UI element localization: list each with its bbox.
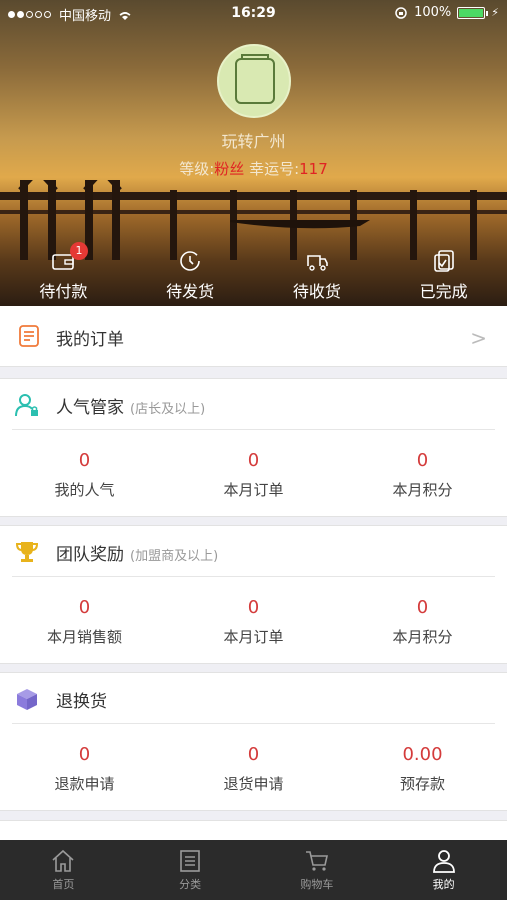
user-name: 玩转广州 — [221, 132, 286, 151]
section-subtitle: (店长及以上) — [130, 402, 206, 417]
user-level: 等级:粉丝 幸运号:117 — [0, 158, 507, 179]
jar-logo-icon — [235, 54, 275, 104]
tab-mine[interactable]: 我的 — [380, 840, 507, 900]
tab-label: 我的 — [432, 878, 455, 891]
stat-item[interactable]: 0 退货申请 — [169, 724, 338, 810]
bottom-tab-bar: 首页 分类 购物车 我的 — [0, 840, 507, 900]
section-subtitle: (加盟商及以上) — [130, 549, 219, 564]
stat-item[interactable]: 0 本月订单 — [169, 430, 338, 516]
section-header: 人气管家 (店长及以上) — [12, 379, 495, 430]
tab-label: 待付款 — [39, 282, 88, 301]
charging-icon: ⚡ — [491, 6, 499, 19]
popularity-section: 人气管家 (店长及以上) 0 我的人气 0 本月订单 0 本月积分 — [0, 378, 507, 517]
tab-category[interactable]: 分类 — [127, 840, 254, 900]
chevron-right-icon: > — [470, 326, 487, 350]
stat-value: 0 — [78, 450, 91, 471]
stat-value: 0 — [247, 597, 260, 618]
stat-value: 0 — [247, 450, 260, 471]
tab-label: 待收货 — [292, 282, 341, 301]
stat-value: 0 — [416, 597, 429, 618]
stat-label: 我的人气 — [54, 481, 115, 499]
team-reward-section: 团队奖励 (加盟商及以上) 0 本月销售额 0 本月订单 0 本月积分 — [0, 525, 507, 664]
my-orders-row[interactable]: 我的订单 > — [0, 306, 507, 367]
stats-row: 0 退款申请 0 退货申请 0.00 预存款 — [0, 724, 507, 810]
level-value: 粉丝 — [214, 160, 245, 178]
stat-label: 预存款 — [399, 775, 445, 793]
stat-item[interactable]: 0 本月销售额 — [0, 577, 169, 663]
tab-label: 首页 — [52, 878, 75, 891]
stat-value: 0 — [416, 450, 429, 471]
order-status-tabs: 1 待付款 待发货 待收货 已完成 — [0, 242, 507, 306]
stats-row: 0 本月销售额 0 本月订单 0 本月积分 — [0, 577, 507, 663]
stats-row: 0 我的人气 0 本月订单 0 本月积分 — [0, 430, 507, 516]
order-list-icon — [19, 325, 39, 347]
lucky-label: 幸运号: — [249, 160, 300, 178]
clock-icon — [180, 251, 200, 271]
status-bar: 中国移动 16:29 100% ⚡ — [0, 0, 507, 28]
stat-value: 0.00 — [402, 744, 443, 765]
orientation-lock-icon — [395, 6, 407, 19]
lucky-value: 117 — [299, 160, 328, 178]
done-icon — [433, 250, 454, 272]
pending-payment-badge: 1 — [70, 242, 88, 260]
stat-label: 本月销售额 — [46, 628, 122, 646]
stat-label: 退货申请 — [223, 775, 284, 793]
avatar[interactable] — [217, 44, 291, 118]
section-header: 团队奖励 (加盟商及以上) — [12, 526, 495, 577]
stat-label: 本月积分 — [392, 481, 453, 499]
tab-label: 待发货 — [166, 282, 215, 301]
stat-label: 本月订单 — [223, 628, 284, 646]
trophy-icon — [15, 542, 39, 562]
partial-section — [0, 820, 507, 841]
stat-label: 本月积分 — [392, 628, 453, 646]
tab-pending-shipment[interactable]: 待发货 — [127, 244, 254, 306]
stat-item[interactable]: 0.00 预存款 — [338, 724, 507, 810]
battery-percent: 100% — [414, 5, 452, 20]
stat-item[interactable]: 0 我的人气 — [0, 430, 169, 516]
cart-icon — [305, 851, 328, 871]
stat-label: 本月订单 — [223, 481, 284, 499]
tab-label: 已完成 — [419, 282, 468, 301]
battery-icon — [457, 6, 489, 19]
box-icon — [17, 689, 37, 710]
tab-pending-receipt[interactable]: 待收货 — [254, 244, 381, 306]
tab-completed[interactable]: 已完成 — [380, 244, 507, 306]
tab-cart[interactable]: 购物车 — [254, 840, 381, 900]
tab-label: 购物车 — [300, 878, 334, 891]
category-icon — [180, 850, 200, 872]
tab-label: 分类 — [179, 878, 202, 891]
stat-value: 0 — [247, 744, 260, 765]
my-orders-label: 我的订单 — [56, 330, 124, 350]
section-title: 团队奖励 — [56, 545, 124, 565]
user-lock-icon — [15, 394, 38, 417]
profile-header: 中国移动 16:29 100% ⚡ 玩转广州 等级:粉丝 幸运号:117 1 待… — [0, 0, 507, 306]
truck-icon — [307, 255, 328, 271]
stat-item[interactable]: 0 本月积分 — [338, 577, 507, 663]
section-title: 退换货 — [56, 692, 107, 712]
stat-value: 0 — [78, 597, 91, 618]
tab-pending-payment[interactable]: 1 待付款 — [0, 242, 127, 306]
section-header: 退换货 — [12, 673, 495, 724]
level-label: 等级: — [179, 160, 215, 178]
user-icon — [432, 850, 455, 873]
stat-item[interactable]: 0 本月积分 — [338, 430, 507, 516]
tab-home[interactable]: 首页 — [0, 840, 127, 900]
stat-item[interactable]: 0 退款申请 — [0, 724, 169, 810]
home-icon — [52, 849, 74, 872]
section-title: 人气管家 — [56, 398, 124, 418]
stat-label: 退款申请 — [54, 775, 115, 793]
stat-item[interactable]: 0 本月订单 — [169, 577, 338, 663]
return-exchange-section: 退换货 0 退款申请 0 退货申请 0.00 预存款 — [0, 672, 507, 811]
stat-value: 0 — [78, 744, 91, 765]
